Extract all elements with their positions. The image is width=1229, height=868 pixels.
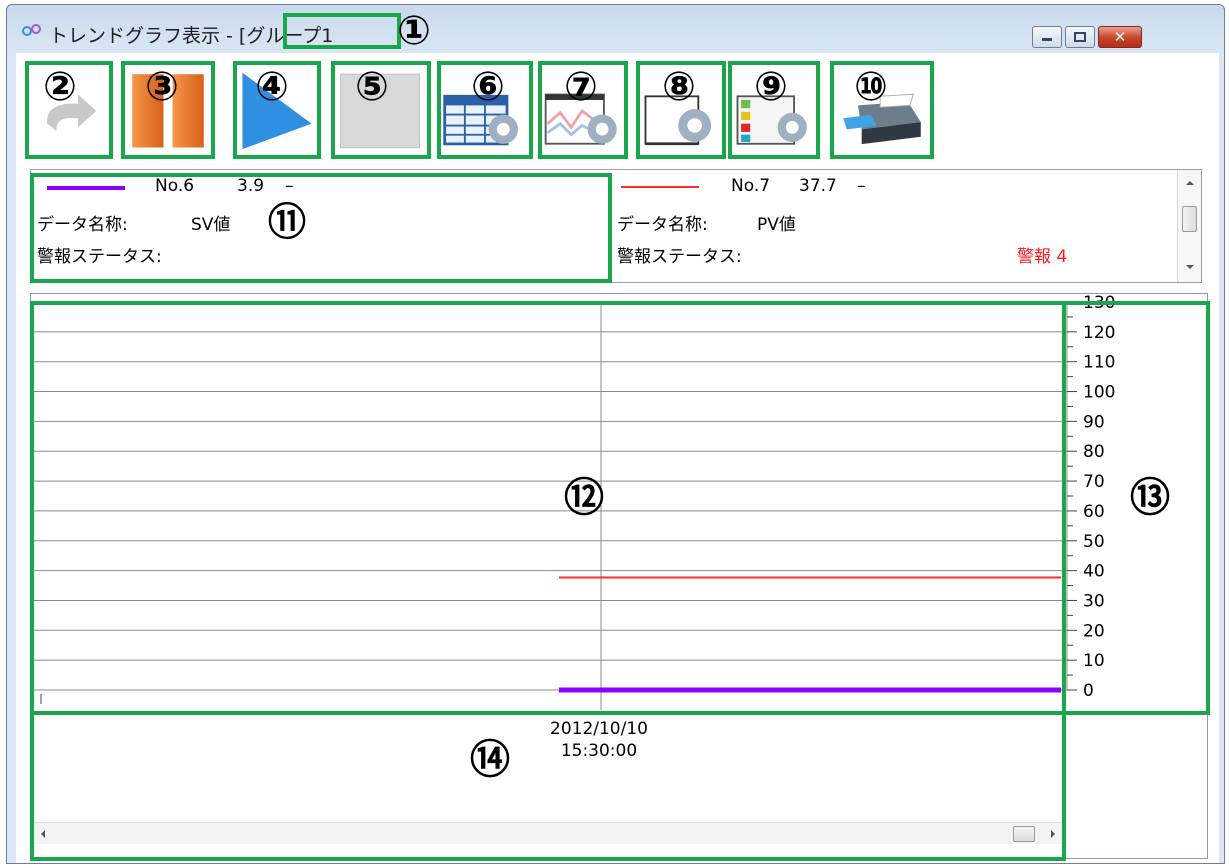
callout-5: ⑤: [355, 64, 389, 110]
legend-alarm-label: 警報ステータス:: [617, 247, 742, 267]
callout-9: ⑨: [754, 64, 788, 110]
callout-8: ⑧: [662, 64, 696, 110]
chevron-left-icon: [41, 830, 45, 838]
legend-item-no7[interactable]: No.7 37.7 – データ名称: PV値 警報ステータス: 警報 4: [613, 170, 1173, 282]
legend-name: PV値: [757, 215, 796, 235]
maximize-button[interactable]: [1065, 26, 1095, 48]
trend-graph-window: トレンドグラフ表示 - [グループ1 ✕ ① ② ③ ④ ⑤ ⑥ ⑦ ⑧ ⑨ ⑩…: [6, 4, 1225, 864]
callout-12: ⑫: [564, 475, 604, 521]
y-tick-label: 110: [1083, 353, 1115, 373]
y-tick-label: 60: [1083, 502, 1105, 522]
callout-7: ⑦: [564, 64, 598, 110]
y-tick-label: 50: [1083, 532, 1105, 552]
chevron-down-icon: [1186, 265, 1194, 269]
axis-settings-button[interactable]: ⑧: [636, 61, 726, 159]
pause-button[interactable]: ③: [121, 61, 215, 159]
legend-no: No.6: [155, 176, 195, 196]
chevron-right-icon: [1051, 830, 1055, 838]
horizontal-scrollbar[interactable]: [33, 822, 1065, 844]
legend-item-no6[interactable]: No.6 3.9 – データ名称: SV値 警報ステータス:: [31, 170, 611, 282]
y-tick-label: 80: [1083, 442, 1105, 462]
window-title: トレンドグラフ表示 - [グループ1: [49, 25, 334, 47]
legend-alarm: 警報 4: [1017, 247, 1068, 267]
stop-button[interactable]: ⑤: [331, 61, 431, 159]
legend-name: SV値: [191, 215, 231, 235]
callout-2: ②: [43, 64, 77, 110]
callout-3: ③: [145, 64, 179, 110]
legend-scroll-thumb[interactable]: [1182, 206, 1197, 232]
legend-unit: –: [285, 176, 294, 196]
print-button[interactable]: ⑩: [830, 61, 934, 159]
callout-6: ⑥: [471, 64, 505, 110]
callout-1: ①: [397, 8, 431, 54]
y-tick-label: 20: [1083, 621, 1105, 641]
close-icon: ✕: [1113, 28, 1127, 46]
legend-value: 37.7: [799, 176, 837, 196]
legend-swatch-no7: [621, 186, 699, 188]
y-tick-label: 40: [1083, 562, 1105, 582]
y-tick-label: 70: [1083, 472, 1105, 492]
y-tick-label: 100: [1083, 383, 1115, 403]
horizontal-scroll-thumb[interactable]: [1013, 826, 1035, 842]
legend-alarm-label: 警報ステータス:: [37, 247, 162, 267]
legend-value: 3.9: [237, 176, 265, 196]
callout-4: ④: [255, 64, 289, 110]
client-area: ② ③ ④ ⑤ ⑥ ⑦ ⑧ ⑨ ⑩ No.6 3.9 – データ名称: SV値 …: [16, 53, 1219, 863]
title-bar[interactable]: トレンドグラフ表示 - [グループ1 ✕: [7, 5, 1224, 48]
close-button[interactable]: ✕: [1098, 26, 1142, 48]
graph-settings-button[interactable]: ⑦: [538, 61, 628, 159]
refresh-button[interactable]: ②: [25, 61, 113, 159]
legend-no: No.7: [731, 176, 771, 196]
y-tick-label: 120: [1083, 323, 1115, 343]
y-tick-label: 130: [1083, 294, 1115, 313]
legend-panel: No.6 3.9 – データ名称: SV値 警報ステータス: No.7 37.7…: [30, 169, 1202, 283]
callout-14: ⑭: [470, 737, 510, 783]
y-tick-label: 30: [1083, 591, 1105, 611]
x-axis: 2012/10/1015:30:00: [40, 694, 648, 761]
legend-name-label: データ名称:: [617, 215, 708, 235]
y-tick-label: 10: [1083, 651, 1105, 671]
callout-10: ⑩: [854, 64, 888, 110]
y-tick-label: 90: [1083, 412, 1105, 432]
legend-name-label: データ名称:: [37, 215, 128, 235]
y-tick-label: 0: [1083, 681, 1094, 701]
table-settings-button[interactable]: ⑥: [437, 61, 533, 159]
chevron-up-icon: [1186, 181, 1194, 185]
app-icon: [22, 24, 41, 36]
legend-swatch-no6: [47, 186, 125, 190]
minimize-icon: [1042, 38, 1052, 41]
legend-settings-button[interactable]: ⑨: [728, 61, 820, 159]
plot-series: [559, 576, 1061, 693]
y-axis: 1301201101009080706050403020100: [1066, 294, 1115, 701]
play-button[interactable]: ④: [233, 61, 321, 159]
maximize-icon: [1074, 32, 1086, 42]
callout-11: ⑪: [268, 200, 307, 244]
trend-chart: 1301201101009080706050403020100 2012/10/…: [33, 294, 1115, 761]
plot-grid: [33, 301, 1067, 710]
x-tick-label: 2012/10/10: [550, 719, 648, 739]
graph-frame: 130 120 110 100 90 80 70 60 50 40 30 20 10 0 2012/10/…: [30, 293, 1208, 859]
x-tick-label: 15:30:00: [561, 741, 637, 761]
minimize-button[interactable]: [1032, 26, 1062, 48]
callout-13: ⑬: [1130, 475, 1170, 521]
legend-scrollbar[interactable]: [1177, 170, 1201, 282]
legend-unit: –: [857, 176, 866, 196]
